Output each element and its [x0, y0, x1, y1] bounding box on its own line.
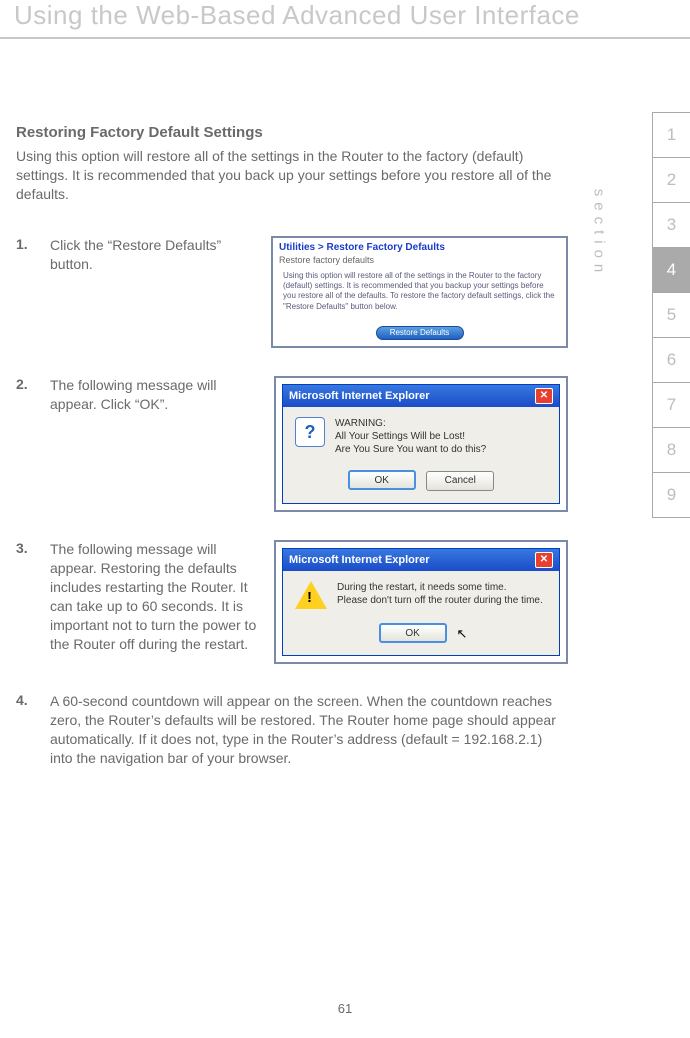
section-heading: Restoring Factory Default Settings — [16, 124, 568, 141]
section-label: section — [554, 225, 644, 242]
tab-5[interactable]: 5 — [652, 292, 690, 338]
panel-subtitle: Restore factory defaults — [273, 255, 566, 269]
info-dialog: Microsoft Internet Explorer ✕ During the… — [282, 548, 560, 656]
dialog-message: WARNING: All Your Settings Will be Lost!… — [335, 417, 549, 456]
step-2: 2. The following message will appear. Cl… — [16, 376, 568, 512]
step-text: The following message will appear. Click… — [50, 376, 260, 414]
close-icon[interactable]: ✕ — [535, 388, 553, 404]
confirm-dialog: Microsoft Internet Explorer ✕ ? WARNING:… — [282, 384, 560, 504]
tab-8[interactable]: 8 — [652, 427, 690, 473]
question-icon: ? — [295, 417, 325, 447]
restore-defaults-panel: Utilities > Restore Factory Defaults Res… — [271, 236, 568, 349]
step-4: 4. A 60-second countdown will appear on … — [16, 692, 568, 768]
confirm-dialog-wrapper: Microsoft Internet Explorer ✕ ? WARNING:… — [274, 376, 568, 512]
chapter-title: Using the Web-Based Advanced User Interf… — [0, 0, 690, 39]
step-1: 1. Click the “Restore Defaults” button. … — [16, 236, 568, 349]
restore-defaults-button[interactable]: Restore Defaults — [376, 326, 464, 340]
step-number: 2. — [16, 376, 36, 392]
tab-2[interactable]: 2 — [652, 157, 690, 203]
section-tabs: 1 2 3 4 5 6 7 8 9 — [652, 112, 690, 517]
cursor-icon: ↖ — [457, 626, 468, 642]
step-number: 3. — [16, 540, 36, 556]
dialog-title: Microsoft Internet Explorer — [289, 554, 430, 566]
tab-6[interactable]: 6 — [652, 337, 690, 383]
tab-4[interactable]: 4 — [652, 247, 690, 293]
close-icon[interactable]: ✕ — [535, 552, 553, 568]
step-text: The following message will appear. Resto… — [50, 540, 260, 653]
warning-icon — [295, 581, 327, 609]
dialog-titlebar: Microsoft Internet Explorer ✕ — [283, 549, 559, 571]
step-3: 3. The following message will appear. Re… — [16, 540, 568, 664]
tab-1[interactable]: 1 — [652, 112, 690, 158]
dialog-titlebar: Microsoft Internet Explorer ✕ — [283, 385, 559, 407]
ok-button[interactable]: OK — [379, 623, 447, 643]
step-text: A 60-second countdown will appear on the… — [50, 692, 568, 768]
tab-7[interactable]: 7 — [652, 382, 690, 428]
step-text: Click the “Restore Defaults” button. — [50, 236, 257, 274]
dialog-title: Microsoft Internet Explorer — [289, 390, 430, 402]
page-number: 61 — [0, 1001, 690, 1016]
intro-text: Using this option will restore all of th… — [16, 147, 568, 204]
step-number: 1. — [16, 236, 36, 252]
step-number: 4. — [16, 692, 36, 708]
ok-button[interactable]: OK — [348, 470, 416, 490]
info-dialog-wrapper: Microsoft Internet Explorer ✕ During the… — [274, 540, 568, 664]
panel-title: Utilities > Restore Factory Defaults — [273, 238, 566, 255]
tab-9[interactable]: 9 — [652, 472, 690, 518]
panel-body: Using this option will restore all of th… — [273, 269, 566, 321]
tab-3[interactable]: 3 — [652, 202, 690, 248]
cancel-button[interactable]: Cancel — [426, 471, 494, 491]
dialog-message: During the restart, it needs some time. … — [337, 581, 549, 607]
